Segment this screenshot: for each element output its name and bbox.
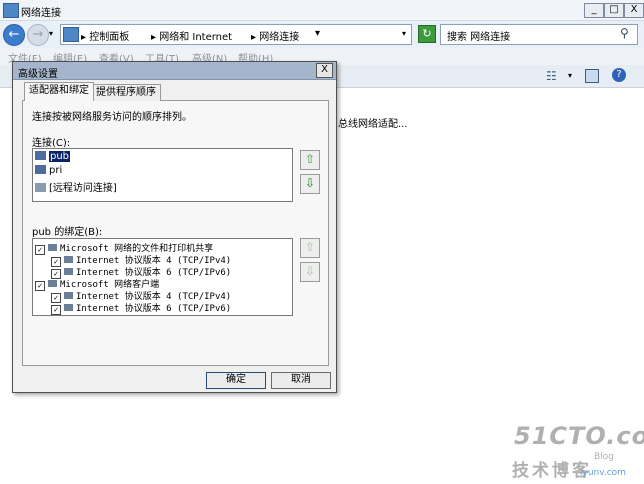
forward-button[interactable]: → (27, 24, 49, 46)
connection-item-pub[interactable]: pub (35, 151, 71, 162)
watermark: 51CTO.com 技术博客 Blog iyunv.com (510, 422, 644, 481)
address-dropdown-icon[interactable]: ▾ (402, 29, 406, 38)
connection-item-remote-access[interactable]: [远程访问连接] (35, 179, 117, 194)
control-panel-icon (63, 27, 79, 42)
cancel-button[interactable]: 取消 (271, 372, 331, 389)
network-folder-icon (3, 3, 19, 18)
navigation-bar: ← → ▾ ▸ 控制面板 ▸ 网络和 Internet ▸ 网络连接 ▾ ▾ ↻… (0, 21, 644, 48)
connection-label: pri (49, 165, 63, 176)
connection-item-pri[interactable]: pri (35, 165, 62, 176)
maximize-button[interactable]: □ (604, 3, 624, 18)
watermark-brand: 51CTO.com (514, 422, 644, 450)
breadcrumb-network-connections[interactable]: ▸ 网络连接 (251, 28, 299, 43)
breadcrumb-dropdown-icon[interactable]: ▾ (315, 28, 320, 39)
window-titlebar: 网络连接 _ □ X (0, 0, 644, 21)
back-button[interactable]: ← (3, 24, 25, 46)
binding-checkbox[interactable]: ✓ (35, 245, 45, 255)
adapter-description: 总线网络适配... (338, 119, 408, 130)
preview-pane-icon[interactable] (585, 69, 599, 83)
protocol-icon (64, 268, 73, 275)
close-button[interactable]: X (624, 3, 644, 18)
connection-move-up-button[interactable]: ⇧ (300, 150, 320, 170)
tab-adapters-bindings[interactable]: 适配器和绑定 (24, 82, 94, 101)
views-icon[interactable]: ☷ (546, 69, 557, 83)
help-icon[interactable]: ? (612, 68, 626, 82)
views-dropdown-icon[interactable]: ▾ (568, 71, 572, 80)
dialog-titlebar: 高级设置 X (13, 62, 336, 80)
protocol-icon (64, 292, 73, 299)
remote-access-icon (35, 183, 46, 192)
address-bar[interactable]: ▸ 控制面板 ▸ 网络和 Internet ▸ 网络连接 ▾ (60, 24, 412, 45)
connection-label: pub (49, 151, 71, 162)
search-placeholder: 搜索 网络连接 (447, 32, 511, 43)
breadcrumb-network-internet[interactable]: ▸ 网络和 Internet (151, 28, 232, 43)
protocol-icon (64, 304, 73, 311)
connection-move-down-button[interactable]: ⇩ (300, 174, 320, 194)
watermark-blog: Blog (594, 452, 614, 462)
watermark-site: iyunv.com (580, 468, 626, 478)
connections-label: 连接(C): (32, 138, 71, 149)
connection-label: [远程访问连接] (49, 183, 117, 194)
search-icon[interactable]: ⚲ (620, 26, 629, 40)
network-adapter-icon (35, 151, 46, 160)
instruction-text: 连接按被网络服务访问的顺序排列。 (32, 112, 192, 123)
search-input[interactable]: 搜索 网络连接 (440, 24, 638, 45)
refresh-icon[interactable]: ↻ (418, 25, 436, 43)
dialog-title: 高级设置 (18, 69, 58, 80)
history-dropdown-icon[interactable]: ▾ (49, 29, 53, 38)
minimize-button[interactable]: _ (584, 3, 604, 18)
tab-provider-order[interactable]: 提供程序顺序 (91, 84, 161, 101)
binding-item-ipv6[interactable]: ✓ Internet 协议版本 6 (TCP/IPv6) (51, 301, 231, 315)
advanced-settings-dialog: 高级设置 X 适配器和绑定 提供程序顺序 连接按被网络服务访问的顺序排列。 连接… (12, 61, 337, 393)
binding-checkbox[interactable]: ✓ (51, 305, 61, 315)
bindings-list[interactable]: ✓ Microsoft 网络的文件和打印机共享 ✓ Internet 协议版本 4 … (32, 238, 293, 316)
binding-move-down-button[interactable]: ⇩ (300, 262, 320, 282)
binding-checkbox[interactable]: ✓ (35, 281, 45, 291)
window-title: 网络连接 (21, 8, 61, 19)
protocol-icon (64, 256, 73, 263)
service-icon (48, 244, 57, 251)
dialog-close-button[interactable]: X (316, 63, 333, 78)
binding-label: Internet 协议版本 6 (TCP/IPv6) (76, 304, 232, 314)
client-icon (48, 280, 57, 287)
breadcrumb-control-panel[interactable]: ▸ 控制面板 (81, 28, 129, 43)
ok-button[interactable]: 确定 (206, 372, 266, 389)
connections-list[interactable]: pub pri [远程访问连接] (32, 148, 293, 202)
binding-move-up-button[interactable]: ⇧ (300, 238, 320, 258)
bindings-label: pub 的绑定(B): (32, 227, 103, 238)
network-adapter-icon (35, 165, 46, 174)
